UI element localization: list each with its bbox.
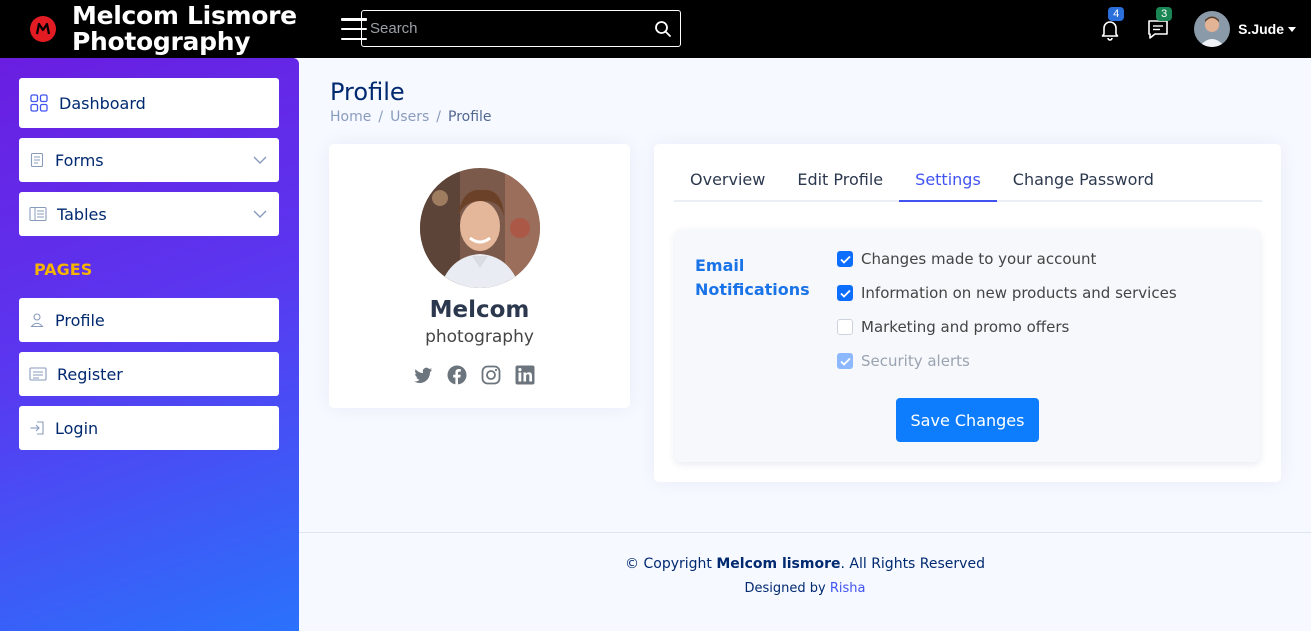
sidebar-item-register[interactable]: Register (19, 352, 279, 396)
sidebar-item-label: Dashboard (59, 93, 146, 113)
card-list-icon (29, 367, 47, 381)
credits-prefix: Designed by (744, 581, 830, 596)
search-input[interactable] (370, 20, 654, 37)
user-name: S.Jude (1238, 21, 1284, 37)
top-header: Melcom Lismore Photography 4 3 S.Jude (0, 0, 1311, 58)
check-icon (839, 357, 851, 366)
brand-line-1: Melcom Lismore (72, 1, 297, 30)
credits: Designed by Risha (299, 581, 1311, 596)
designer-link[interactable]: Risha (830, 581, 866, 596)
brand-name: Melcom Lismore Photography (72, 3, 297, 55)
messages-badge: 3 (1156, 7, 1173, 21)
footer-divider (299, 532, 1311, 533)
sidebar-item-label: Register (57, 364, 123, 384)
breadcrumb-users[interactable]: Users (390, 109, 429, 125)
chevron-down-icon (1288, 26, 1296, 32)
sidebar-item-tables[interactable]: Tables (19, 192, 279, 236)
save-changes-button[interactable]: Save Changes (896, 398, 1039, 442)
option-label: Marketing and promo offers (861, 318, 1070, 336)
brand-line-2: Photography (72, 27, 251, 56)
social-links (413, 365, 535, 385)
checkbox-security-alerts (837, 353, 853, 369)
checkbox-marketing[interactable] (837, 319, 853, 335)
linkedin-icon[interactable] (515, 365, 535, 385)
tab-change-password[interactable]: Change Password (997, 144, 1170, 202)
tab-settings[interactable]: Settings (899, 144, 997, 202)
sidebar-item-label: Login (55, 418, 99, 438)
option-label: Changes made to your account (861, 250, 1097, 268)
sidebar-item-label: Tables (57, 204, 107, 224)
breadcrumb-current: Profile (448, 109, 492, 125)
person-icon (30, 313, 44, 328)
option-label: Information on new products and services (861, 284, 1177, 302)
tab-bar: Overview Edit Profile Settings Change Pa… (674, 144, 1262, 202)
facebook-icon[interactable] (447, 365, 467, 385)
profile-name: Melcom (429, 297, 530, 323)
sidebar-heading-pages: PAGES (34, 260, 93, 279)
box-arrow-in-right-icon (30, 421, 44, 435)
logo-mark-icon (30, 16, 56, 42)
settings-panel: Email Notifications Changes made to your… (675, 230, 1260, 462)
copyright: © Copyright Melcom lismore. All Rights R… (299, 556, 1311, 572)
copyright-suffix: . All Rights Reserved (840, 556, 985, 572)
journal-text-icon (30, 152, 44, 168)
email-label-line2: Notifications (695, 280, 810, 299)
tab-edit-profile[interactable]: Edit Profile (781, 144, 899, 202)
email-notifications-label: Email Notifications (695, 254, 815, 302)
check-icon (839, 289, 851, 298)
instagram-icon[interactable] (481, 365, 501, 385)
option-marketing: Marketing and promo offers (837, 318, 1069, 336)
copyright-brand: Melcom lismore (716, 556, 841, 572)
sidebar-item-forms[interactable]: Forms (19, 138, 279, 182)
profile-subtitle: photography (425, 327, 534, 347)
search-bar (361, 10, 681, 47)
sidebar-item-profile[interactable]: Profile (19, 298, 279, 342)
checkbox-new-products[interactable] (837, 285, 853, 301)
header-nav: 4 3 S.Jude (1098, 0, 1311, 58)
page-title: Profile (330, 78, 405, 106)
sidebar-item-label: Forms (55, 150, 104, 170)
checkbox-account-changes[interactable] (837, 251, 853, 267)
email-label-line1: Email (695, 256, 745, 275)
profile-tabs-card: Overview Edit Profile Settings Change Pa… (654, 144, 1281, 482)
sidebar-item-dashboard[interactable]: Dashboard (19, 78, 279, 128)
layout-text-sidebar-icon (29, 206, 47, 222)
sidebar-item-label: Profile (55, 310, 105, 330)
option-security-alerts: Security alerts (837, 352, 970, 370)
brand-logo[interactable]: Melcom Lismore Photography (30, 3, 297, 55)
breadcrumb: Home / Users / Profile (330, 109, 492, 125)
notifications-button[interactable]: 4 (1098, 7, 1125, 41)
sidebar-item-login[interactable]: Login (19, 406, 279, 450)
option-new-products: Information on new products and services (837, 284, 1177, 302)
profile-photo (420, 168, 540, 288)
check-icon (839, 255, 851, 264)
twitter-icon[interactable] (413, 365, 433, 385)
chevron-down-icon (253, 210, 267, 218)
grid-icon (30, 94, 48, 112)
option-label: Security alerts (861, 352, 970, 370)
user-menu[interactable]: S.Jude (1194, 11, 1296, 47)
option-account-changes: Changes made to your account (837, 250, 1096, 268)
profile-card: Melcom photography (329, 144, 630, 408)
breadcrumb-home[interactable]: Home (330, 109, 371, 125)
chevron-down-icon (253, 156, 267, 164)
avatar (1194, 11, 1231, 47)
search-icon[interactable] (654, 20, 672, 38)
sidebar: Dashboard Forms Tables PAGES Profile Reg… (0, 58, 299, 631)
messages-button[interactable]: 3 (1146, 7, 1173, 41)
notifications-badge: 4 (1108, 7, 1125, 21)
copyright-prefix: © Copyright (625, 556, 717, 572)
tab-overview[interactable]: Overview (674, 144, 781, 202)
